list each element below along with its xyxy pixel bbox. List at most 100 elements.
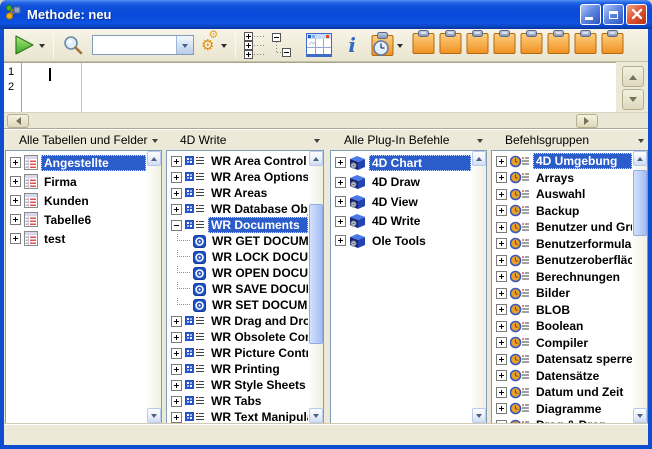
panel-menu-arrow-icon[interactable] [477,139,483,146]
minimize-button[interactable] [580,4,601,25]
tree-item[interactable]: Benutzer und Gruppen [494,219,632,236]
run-dropdown-arrow-icon[interactable] [39,44,45,51]
expand-toggle[interactable] [171,396,182,407]
tree-item[interactable]: test [8,229,146,248]
collapse-all-button[interactable] [272,32,293,59]
expand-toggle[interactable] [171,412,182,423]
code-editor[interactable]: 1 2 [4,62,616,112]
expand-toggle[interactable] [496,321,507,332]
tree-item[interactable]: Benutzerformulare [494,236,632,253]
tree-item[interactable]: Datensatz sperren [494,351,632,368]
scroll-down-button[interactable] [622,89,644,110]
collapse-toggle[interactable] [171,220,182,231]
expand-toggle[interactable] [496,189,507,200]
tree-item[interactable]: Drag & Drop [494,417,632,424]
tree-item[interactable]: Datensätze [494,368,632,385]
run-method-button[interactable] [12,33,45,57]
scroll-down-button[interactable] [472,408,486,423]
tree-list[interactable]: AngestellteFirmaKundenTabelle6test [5,150,162,424]
scrollbar-thumb[interactable] [309,204,323,344]
tree-item[interactable]: 4D View [333,192,471,212]
expand-toggle[interactable] [335,216,346,227]
expand-toggle[interactable] [10,176,21,187]
tree-item[interactable]: Kunden [8,191,146,210]
panel-header[interactable]: Alle Tabellen und Felder [5,130,162,150]
tree-list[interactable]: 4D Chart4D Draw4D View4D WriteOle Tools [330,150,487,424]
expand-toggle[interactable] [171,332,182,343]
expand-toggle[interactable] [496,354,507,365]
clipboard-icon[interactable] [439,30,462,61]
expand-toggle[interactable] [496,304,507,315]
tree-item[interactable]: WR LOCK DOCUMENT [169,249,308,265]
tree-item[interactable]: Boolean [494,318,632,335]
expand-toggle[interactable] [10,195,21,206]
tree-item[interactable]: WR Area Options [169,169,308,185]
tree-item[interactable]: WR Printing [169,361,308,377]
close-button[interactable] [626,4,647,25]
tree-item[interactable]: Compiler [494,335,632,352]
expand-toggle[interactable] [171,348,182,359]
clipboard-icon[interactable] [520,30,543,61]
tree-item[interactable]: Tabelle6 [8,210,146,229]
scroll-down-button[interactable] [147,408,161,423]
tree-item[interactable]: WR SET DOCUMENT [169,297,308,313]
tree-item[interactable]: Firma [8,172,146,191]
expand-toggle[interactable] [171,156,182,167]
list-scrollbar[interactable] [309,151,323,423]
clipboard-history-button[interactable] [371,32,403,58]
expand-all-button[interactable] [244,32,266,59]
tree-item[interactable]: WR Documents [169,217,308,233]
tree-item[interactable]: WR Drag and Drop [169,313,308,329]
list-scrollbar[interactable] [472,151,486,423]
expand-toggle[interactable] [335,235,346,246]
panel-menu-arrow-icon[interactable] [638,139,644,146]
clipboard-icon[interactable] [547,30,570,61]
expand-toggle[interactable] [496,172,507,183]
scroll-right-button[interactable] [576,114,598,128]
scroll-up-button[interactable] [309,151,323,166]
tree-item[interactable]: Diagramme [494,401,632,418]
tree-item[interactable]: WR GET DOCUMENT [169,233,308,249]
tree-item[interactable]: BLOB [494,302,632,319]
tree-item[interactable]: WR Picture Control [169,345,308,361]
expand-toggle[interactable] [10,214,21,225]
expand-toggle[interactable] [496,403,507,414]
expand-toggle[interactable] [496,288,507,299]
scroll-up-button[interactable] [147,151,161,166]
panel-header[interactable]: Befehlsgruppen [491,130,648,150]
panel-header[interactable]: 4D Write [166,130,324,150]
expand-toggle[interactable] [335,157,346,168]
expand-toggle[interactable] [171,172,182,183]
tree-list[interactable]: WR Area ControlWR Area OptionsWR Areas WR… [166,150,324,424]
clipboard-icon[interactable] [574,30,597,61]
search-button[interactable] [62,34,85,57]
clipboard-icon[interactable] [601,30,624,61]
expand-toggle[interactable] [496,370,507,381]
tree-list[interactable]: 4D UmgebungArraysAuswahlBackupBenutzer u… [491,150,648,424]
tree-item[interactable]: WR Obsolete Commands [169,329,308,345]
tree-item[interactable]: Angestellte [8,153,146,172]
tree-item[interactable]: WR Areas [169,185,308,201]
scroll-up-button[interactable] [472,151,486,166]
info-button[interactable]: i [344,35,360,55]
tree-item[interactable]: 4D Draw [333,173,471,193]
search-combobox[interactable] [92,35,194,55]
tree-item[interactable]: WR Area Control [169,153,308,169]
tree-item[interactable]: WR SAVE DOCUMENT [169,281,308,297]
scroll-left-button[interactable] [7,114,29,128]
list-scrollbar[interactable] [633,151,647,423]
tree-item[interactable]: WR Tabs [169,393,308,409]
tree-item[interactable]: Auswahl [494,186,632,203]
list-scrollbar[interactable] [147,151,161,423]
tree-item[interactable]: Benutzeroberfläche [494,252,632,269]
expand-toggle[interactable] [496,271,507,282]
expand-toggle[interactable] [496,387,507,398]
tree-item[interactable]: 4D Umgebung [494,153,632,170]
macros-dropdown-arrow-icon[interactable] [221,44,227,51]
panel-menu-arrow-icon[interactable] [152,139,158,146]
expand-toggle[interactable] [496,238,507,249]
scroll-down-button[interactable] [309,408,323,423]
macros-button[interactable]: ⚙⚙ [201,38,227,53]
tree-item[interactable]: 4D Write [333,212,471,232]
combobox-dropdown-button[interactable] [176,36,193,54]
